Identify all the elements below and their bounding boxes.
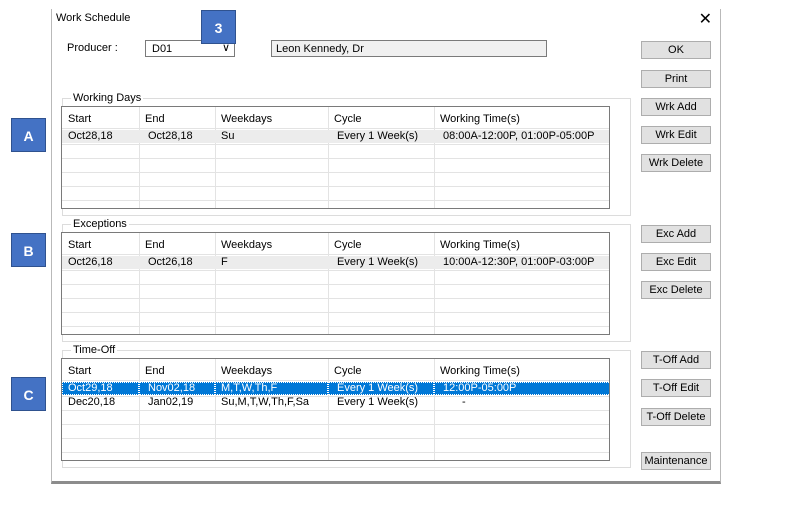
producer-name: Leon Kennedy, Dr [276,43,364,55]
row-divider [62,172,609,173]
exceptions-header-row: Start End Weekdays Cycle Working Time(s) [62,237,609,253]
row-divider [62,452,609,453]
print-button[interactable]: Print [641,70,711,88]
header-divider [62,380,609,381]
header-divider [62,254,609,255]
row-divider [62,298,609,299]
table-cell: Su [221,130,235,142]
toff-edit-button[interactable]: T-Off Edit [641,379,711,397]
table-cell: Every 1 Week(s) [328,382,434,395]
column-header[interactable]: Working Time(s) [434,363,609,379]
column-header[interactable]: Weekdays [215,111,328,127]
header-divider [62,128,609,129]
table-cell: Oct29,18 [62,382,139,395]
column-header[interactable]: Weekdays [215,363,328,379]
table-cell: Dec20,18 [68,396,116,408]
row-divider [62,438,609,439]
column-header[interactable]: End [139,363,215,379]
column-header[interactable]: Cycle [328,237,434,253]
column-header[interactable]: Start [62,237,139,253]
row-divider [62,186,609,187]
producer-label: Producer : [67,42,118,54]
table-row[interactable]: Oct28,18 Oct28,18 Su Every 1 Week(s) 08:00A-… [62,130,609,143]
row-divider [62,270,609,271]
time-off-header-row: Start End Weekdays Cycle Working Time(s) [62,363,609,379]
exceptions-grid[interactable]: Start End Weekdays Cycle Working Time(s) Oct2… [61,232,610,335]
row-divider [62,144,609,145]
column-header[interactable]: Start [62,111,139,127]
column-header[interactable]: End [139,237,215,253]
table-cell: Every 1 Week(s) [337,256,419,268]
table-cell: Su,M,T,W,Th,F,Sa [221,396,310,408]
table-cell: Every 1 Week(s) [337,396,419,408]
row-divider [62,326,609,327]
dialog-title: Work Schedule [56,12,131,24]
row-divider [62,410,609,411]
column-header[interactable]: Cycle [328,363,434,379]
table-cell: M,T,W,Th,F [215,382,328,395]
marker-b: B [11,233,46,267]
wrk-delete-button[interactable]: Wrk Delete [641,154,711,172]
table-cell: Oct26,18 [68,256,113,268]
toff-add-button[interactable]: T-Off Add [641,351,711,369]
exc-edit-button[interactable]: Exc Edit [641,253,711,271]
table-cell: 10:00A-12:30P, 01:00P-03:00P [443,256,595,268]
table-cell: Nov02,18 [139,382,215,395]
column-header[interactable]: Cycle [328,111,434,127]
ok-button[interactable]: OK [641,41,711,59]
working-days-grid[interactable]: Start End Weekdays Cycle Working Time(s) Oct2… [61,106,610,209]
time-off-grid[interactable]: Start End Weekdays Cycle Working Time(s) Oct2… [61,358,610,461]
producer-name-field: Leon Kennedy, Dr [271,40,547,57]
table-row[interactable]: Dec20,18 Jan02,19 Su,M,T,W,Th,F,Sa Every 1 … [62,396,609,409]
marker-c: C [11,377,46,411]
row-divider [62,284,609,285]
working-days-title: Working Days [71,92,144,104]
table-cell: 12:00P-05:00P [434,382,609,395]
maintenance-button[interactable]: Maintenance [641,452,711,470]
working-days-header-row: Start End Weekdays Cycle Working Time(s) [62,111,609,127]
exc-delete-button[interactable]: Exc Delete [641,281,711,299]
table-cell: Jan02,19 [148,396,194,408]
table-row[interactable]: Oct29,18 Nov02,18 M,T,W,Th,F Every 1 Week(s… [62,382,609,395]
table-cell: Oct26,18 [148,256,193,268]
column-header[interactable]: Start [62,363,139,379]
column-header[interactable]: End [139,111,215,127]
table-cell: Oct28,18 [68,130,113,142]
wrk-add-button[interactable]: Wrk Add [641,98,711,116]
exc-add-button[interactable]: Exc Add [641,225,711,243]
row-divider [62,424,609,425]
marker-3: 3 [201,10,236,44]
exceptions-title: Exceptions [71,218,129,230]
table-cell: F [221,256,228,268]
row-divider [62,200,609,201]
table-cell: Oct28,18 [148,130,193,142]
marker-a: A [11,118,46,152]
column-header[interactable]: Working Time(s) [434,111,609,127]
time-off-title: Time-Off [71,344,118,356]
table-cell: 08:00A-12:00P, 01:00P-05:00P [443,130,595,142]
table-cell: Every 1 Week(s) [337,130,419,142]
work-schedule-dialog: Work Schedule ✕ Producer : D01 ∨ Leon Ke… [51,9,721,484]
producer-code: D01 [152,43,173,55]
toff-delete-button[interactable]: T-Off Delete [641,408,711,426]
column-header[interactable]: Weekdays [215,237,328,253]
wrk-edit-button[interactable]: Wrk Edit [641,126,711,144]
close-icon[interactable]: ✕ [699,9,712,29]
row-divider [62,158,609,159]
table-cell: - [462,396,466,408]
row-divider [62,312,609,313]
column-header[interactable]: Working Time(s) [434,237,609,253]
table-row[interactable]: Oct26,18 Oct26,18 F Every 1 Week(s) 10:00A-1… [62,256,609,269]
